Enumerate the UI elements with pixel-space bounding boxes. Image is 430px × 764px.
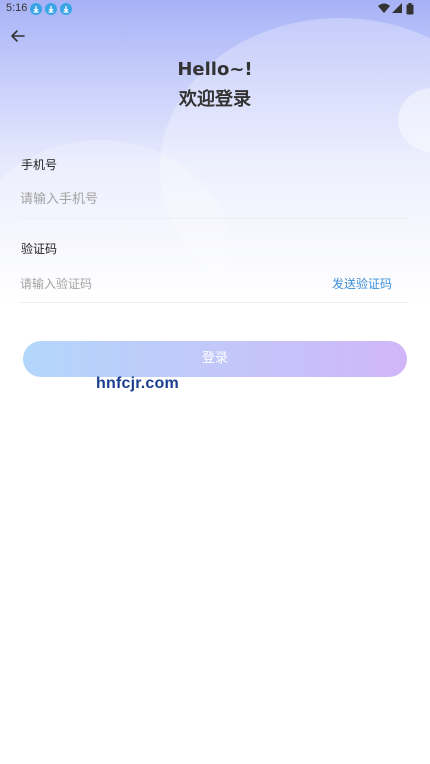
code-label: 验证码 (21, 242, 58, 256)
status-icons (378, 2, 422, 16)
phone-label: 手机号 (21, 158, 58, 172)
header-background (0, 0, 430, 300)
download-notification-icon (60, 3, 72, 15)
download-notification-icon (45, 3, 57, 15)
divider (20, 302, 408, 303)
phone-input[interactable] (20, 190, 400, 208)
battery-icon (406, 3, 414, 15)
login-button[interactable]: 登录 (23, 341, 407, 377)
back-button[interactable] (8, 26, 28, 46)
status-bar: 5:16 (0, 0, 430, 18)
verification-code-input[interactable] (20, 275, 260, 292)
divider (20, 218, 408, 219)
arrow-left-icon (11, 30, 25, 42)
page-title: 欢迎登录 (179, 89, 251, 110)
watermark-text: hnfcjr.com (96, 375, 179, 392)
send-code-button[interactable]: 发送验证码 (332, 275, 392, 292)
wifi-icon (378, 3, 390, 13)
download-notification-icon (30, 3, 42, 15)
signal-icon (392, 3, 402, 13)
status-time: 5:16 (6, 2, 28, 14)
greeting-text: Hello~! (177, 59, 253, 80)
